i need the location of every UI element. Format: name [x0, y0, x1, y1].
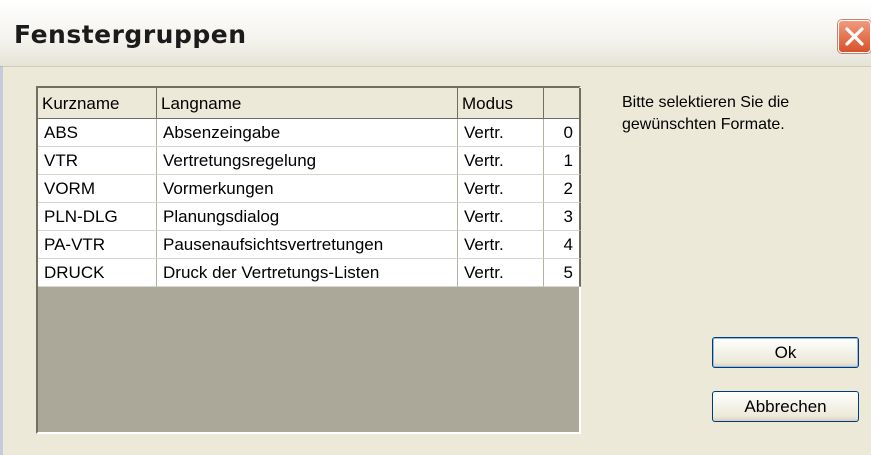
title-bar[interactable]: Fenstergruppen	[0, 0, 871, 67]
window-frame-edge	[0, 66, 3, 455]
cell-langname: Absenzeingabe	[157, 119, 458, 147]
cell-kurzname: VORM	[38, 175, 157, 203]
list-row[interactable]: PA-VTR Pausenaufsichtsvertretungen Vertr…	[38, 231, 581, 259]
cell-kurzname: DRUCK	[38, 259, 157, 287]
cell-modus: Vertr.	[458, 231, 544, 259]
close-icon	[845, 27, 864, 46]
cell-langname: Vormerkungen	[157, 175, 458, 203]
window-group-list[interactable]: Kurzname Langname Modus ABS Absenzeingab…	[36, 86, 581, 434]
list-row[interactable]: VORM Vormerkungen Vertr. 2	[38, 175, 581, 203]
cell-nummer: 5	[544, 259, 581, 287]
fenstergruppen-dialog: Fenstergruppen Kurzname Langname Modus A…	[0, 0, 871, 455]
ok-button[interactable]: Ok	[712, 337, 859, 368]
list-header: Kurzname Langname Modus	[38, 88, 581, 119]
list-row[interactable]: PLN-DLG Planungsdialog Vertr. 3	[38, 203, 581, 231]
cell-nummer: 1	[544, 147, 581, 175]
column-header-langname[interactable]: Langname	[157, 88, 458, 119]
cell-nummer: 0	[544, 119, 581, 147]
cell-langname: Planungsdialog	[157, 203, 458, 231]
cell-modus: Vertr.	[458, 119, 544, 147]
cell-langname: Druck der Vertretungs-Listen	[157, 259, 458, 287]
list-row[interactable]: VTR Vertretungsregelung Vertr. 1	[38, 147, 581, 175]
close-button[interactable]	[838, 20, 871, 53]
cell-kurzname: VTR	[38, 147, 157, 175]
cell-modus: Vertr.	[458, 203, 544, 231]
cell-langname: Vertretungsregelung	[157, 147, 458, 175]
cell-nummer: 2	[544, 175, 581, 203]
column-header-modus[interactable]: Modus	[458, 88, 544, 119]
cell-kurzname: PA-VTR	[38, 231, 157, 259]
column-header-kurzname[interactable]: Kurzname	[38, 88, 157, 119]
list-row[interactable]: DRUCK Druck der Vertretungs-Listen Vertr…	[38, 259, 581, 287]
cell-modus: Vertr.	[458, 147, 544, 175]
cancel-button[interactable]: Abbrechen	[712, 391, 859, 422]
cell-nummer: 4	[544, 231, 581, 259]
window-title: Fenstergruppen	[14, 20, 247, 49]
cell-kurzname: PLN-DLG	[38, 203, 157, 231]
column-header-nummer[interactable]	[544, 88, 581, 119]
cell-nummer: 3	[544, 203, 581, 231]
cell-langname: Pausenaufsichtsvertretungen	[157, 231, 458, 259]
cell-kurzname: ABS	[38, 119, 157, 147]
instruction-text: Bitte selektieren Sie die gewünschten Fo…	[622, 94, 790, 133]
cell-modus: Vertr.	[458, 175, 544, 203]
list-row[interactable]: ABS Absenzeingabe Vertr. 0	[38, 119, 581, 147]
cell-modus: Vertr.	[458, 259, 544, 287]
